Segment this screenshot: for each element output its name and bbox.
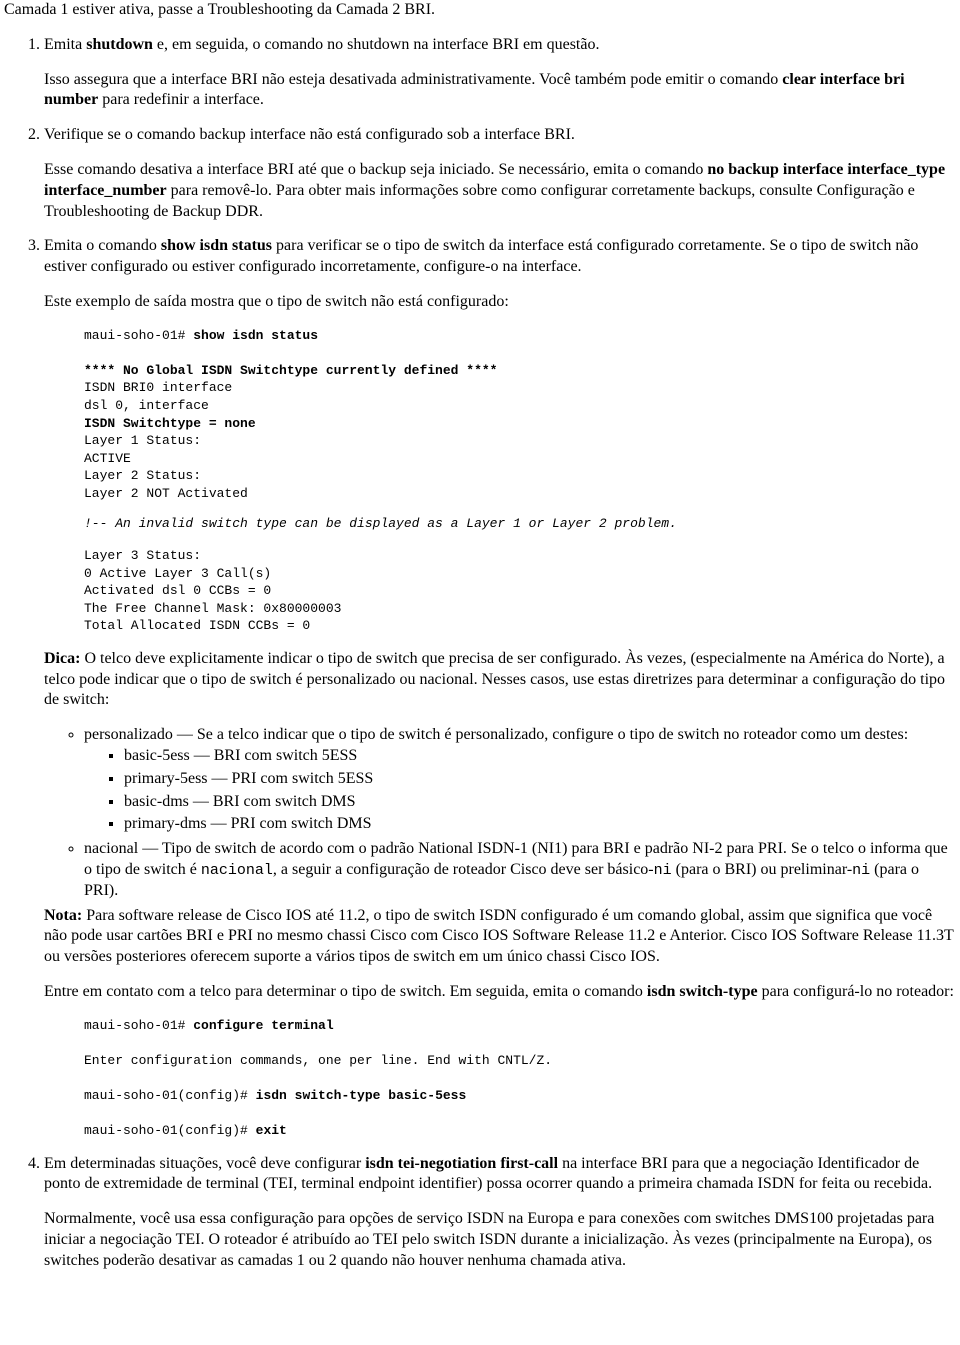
list-item-nacional: nacional — Tipo de switch de acordo com … — [84, 839, 956, 901]
code-comment: !-- An invalid switch type can be displa… — [84, 516, 956, 533]
code-block-1: maui-soho-01# show isdn status **** No G… — [84, 327, 956, 502]
code-block-3: maui-soho-01# configure terminal Enter c… — [84, 1017, 956, 1140]
step-3-para-2: Este exemplo de saída mostra que o tipo … — [44, 292, 956, 313]
step-1: Emita shutdown e, em seguida, o comando … — [44, 35, 956, 111]
step-1-para-2: Isso assegura que a interface BRI não es… — [44, 70, 956, 112]
step-4-para-2: Normalmente, você usa essa configuração … — [44, 1209, 956, 1271]
list-item: basic-5ess — BRI com switch 5ESS — [124, 746, 956, 767]
list-item: primary-dms — PRI com switch DMS — [124, 814, 956, 835]
step-4-para-1: Em determinadas situações, você deve con… — [44, 1154, 956, 1196]
contact-paragraph: Entre em contato com a telco para determ… — [44, 982, 956, 1003]
switch-type-list: personalizado — Se a telco indicar que o… — [44, 725, 956, 901]
step-2: Verifique se o comando backup interface … — [44, 125, 956, 222]
step-4: Em determinadas situações, você deve con… — [44, 1154, 956, 1272]
list-item: basic-dms — BRI com switch DMS — [124, 792, 956, 813]
list-item-personalizado: personalizado — Se a telco indicar que o… — [84, 725, 956, 835]
step-2-para-1: Verifique se o comando backup interface … — [44, 125, 956, 146]
code-block-2: Layer 3 Status: 0 Active Layer 3 Call(s)… — [84, 547, 956, 635]
step-list: Emita shutdown e, em seguida, o comando … — [4, 35, 956, 1272]
list-item: primary-5ess — PRI com switch 5ESS — [124, 769, 956, 790]
dica-paragraph: Dica: O telco deve explicitamente indica… — [44, 649, 956, 711]
switch-sublist: basic-5ess — BRI com switch 5ESS primary… — [84, 746, 956, 835]
nota-paragraph: Nota: Para software release de Cisco IOS… — [44, 906, 956, 968]
intro-paragraph: Camada 1 estiver ativa, passe a Troubles… — [4, 0, 956, 21]
step-2-para-2: Esse comando desativa a interface BRI at… — [44, 160, 956, 222]
step-1-para-1: Emita shutdown e, em seguida, o comando … — [44, 35, 956, 56]
step-3: Emita o comando show isdn status para ve… — [44, 236, 956, 1139]
step-3-para-1: Emita o comando show isdn status para ve… — [44, 236, 956, 278]
